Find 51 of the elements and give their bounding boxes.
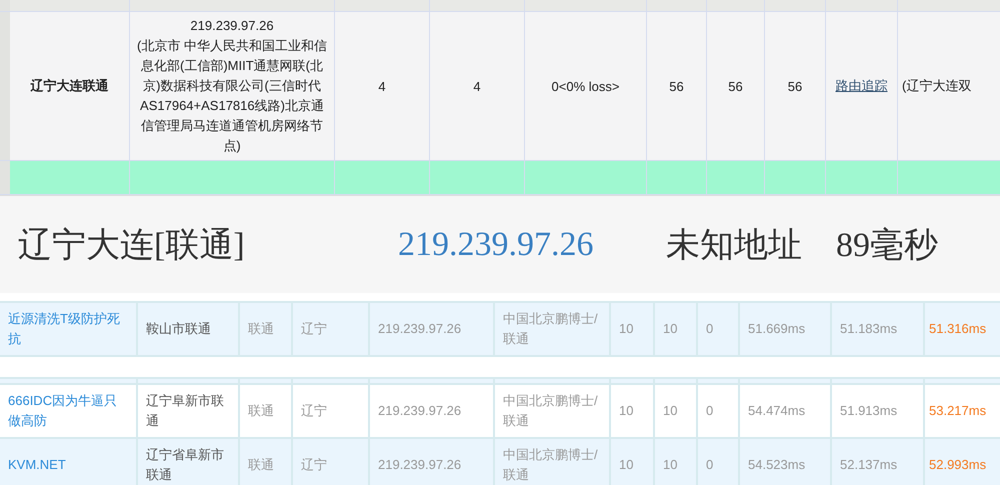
ip-cell-text: 219.239.97.26 xyxy=(378,402,462,420)
table-cell: 4 xyxy=(378,78,386,94)
sent-cell-text: 10 xyxy=(619,456,634,474)
min-time-cell-text: 51.183ms xyxy=(840,320,898,338)
isp-cell-text: 联通 xyxy=(248,402,274,420)
lost-cell-text: 0 xyxy=(706,456,714,474)
city-cell-text: 辽宁省阜新市联通 xyxy=(146,446,225,484)
ip-location: (北京市 中华人民共和国工业和信息化部(工信部)MIIT通慧网联(北京)数据科技有限公司(三信时代AS17964+AS17816线路)北京通信管理局马连道通管机房网络节点) xyxy=(136,37,328,155)
node-link[interactable]: KVM.NET xyxy=(8,455,66,475)
latency-label: 89毫秒 xyxy=(836,226,938,266)
place-label: 辽宁大连[联通] xyxy=(18,226,246,266)
max-time-cell-text: 54.474ms xyxy=(748,402,806,420)
avg-time-cell-text: 52.993ms xyxy=(929,456,986,474)
lost-cell-text: 0 xyxy=(706,320,714,338)
table-cell: (辽宁大连双 xyxy=(902,77,972,95)
isp-cell-text: 联通 xyxy=(248,320,274,338)
ip-cell-text: 219.239.97.26 xyxy=(378,456,462,474)
isp-cell-text: 联通 xyxy=(248,456,274,474)
received-cell-text: 10 xyxy=(663,402,678,420)
table-cell: 56 xyxy=(728,78,743,94)
city-cell-text: 鞍山市联通 xyxy=(146,320,211,338)
province-cell-text: 辽宁 xyxy=(301,320,327,338)
table-cell: 4 xyxy=(473,78,481,94)
min-time-cell-text: 52.137ms xyxy=(840,456,898,474)
node-link[interactable]: 666IDC因为牛逼只做高防 xyxy=(8,391,128,431)
table-cell: 56 xyxy=(669,78,684,94)
max-time-cell-text: 51.669ms xyxy=(748,320,806,338)
received-cell-text: 10 xyxy=(663,320,678,338)
sent-cell-text: 10 xyxy=(619,320,634,338)
min-time-cell-text: 51.913ms xyxy=(840,402,898,420)
ip-location-cell-text: 中国北京鹏博士/联通 xyxy=(503,392,599,430)
ip-address: 219.239.97.26 xyxy=(398,226,594,264)
avg-time-cell-text: 53.217ms xyxy=(929,402,986,420)
location-label: 未知地址 xyxy=(666,226,803,266)
node-link[interactable]: 近源清洗T级防护死抗 xyxy=(8,309,128,349)
avg-time-cell-text: 51.316ms xyxy=(929,320,986,338)
ip-address: 219.239.97.26 xyxy=(190,17,274,35)
table-cell: 56 xyxy=(788,78,802,94)
ip-location-cell-text: 中国北京鹏博士/联通 xyxy=(503,310,599,348)
ip-location-cell-text: 中国北京鹏博士/联通 xyxy=(503,446,599,484)
node-name: 辽宁大连联通 xyxy=(30,77,108,95)
province-cell-text: 辽宁 xyxy=(301,456,327,474)
ip-cell-text: 219.239.97.26 xyxy=(378,320,462,338)
trace-link[interactable]: 路由追踪 xyxy=(836,77,888,95)
province-cell-text: 辽宁 xyxy=(301,402,327,420)
sent-cell-text: 10 xyxy=(619,402,634,420)
table-cell: 0<0% loss> xyxy=(552,78,620,94)
city-cell-text: 辽宁阜新市联通 xyxy=(146,392,225,430)
lost-cell-text: 0 xyxy=(706,402,714,420)
max-time-cell-text: 54.523ms xyxy=(748,456,806,474)
received-cell-text: 10 xyxy=(663,456,678,474)
